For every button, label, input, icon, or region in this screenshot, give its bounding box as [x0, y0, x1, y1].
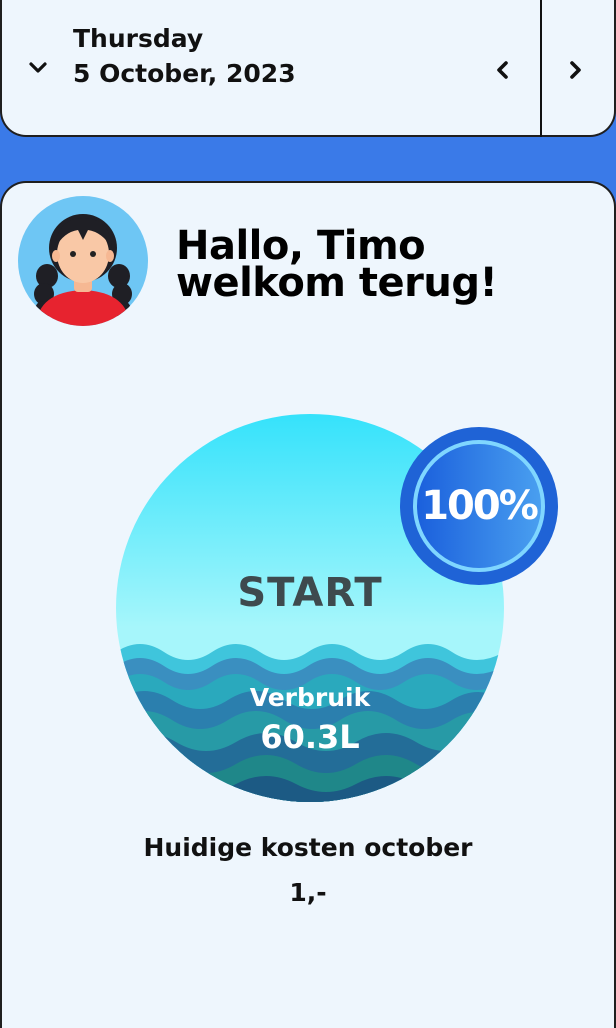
date-header: Thursday 5 October, 2023	[0, 0, 616, 137]
chevron-left-icon[interactable]	[486, 54, 518, 86]
chevron-down-icon[interactable]	[28, 58, 48, 78]
usage-label: Verbruik	[249, 683, 371, 712]
greeting-welcome: welkom terug!	[176, 260, 498, 306]
girl-avatar-icon[interactable]	[18, 196, 148, 326]
usage-value: 60.3L	[260, 718, 360, 756]
date-full: 5 October, 2023	[73, 59, 296, 88]
chevron-right-icon[interactable]	[560, 54, 592, 86]
nav-divider	[540, 0, 542, 137]
progress-badge: 100%	[400, 427, 558, 585]
date-day: Thursday	[73, 24, 204, 53]
cost-label: Huidige kosten october	[143, 833, 473, 862]
cost-value: 1,-	[289, 878, 327, 907]
dashboard-card: Hallo, Timo welkom terug! START Verbruik…	[0, 181, 616, 1028]
progress-percent: 100%	[421, 483, 539, 529]
